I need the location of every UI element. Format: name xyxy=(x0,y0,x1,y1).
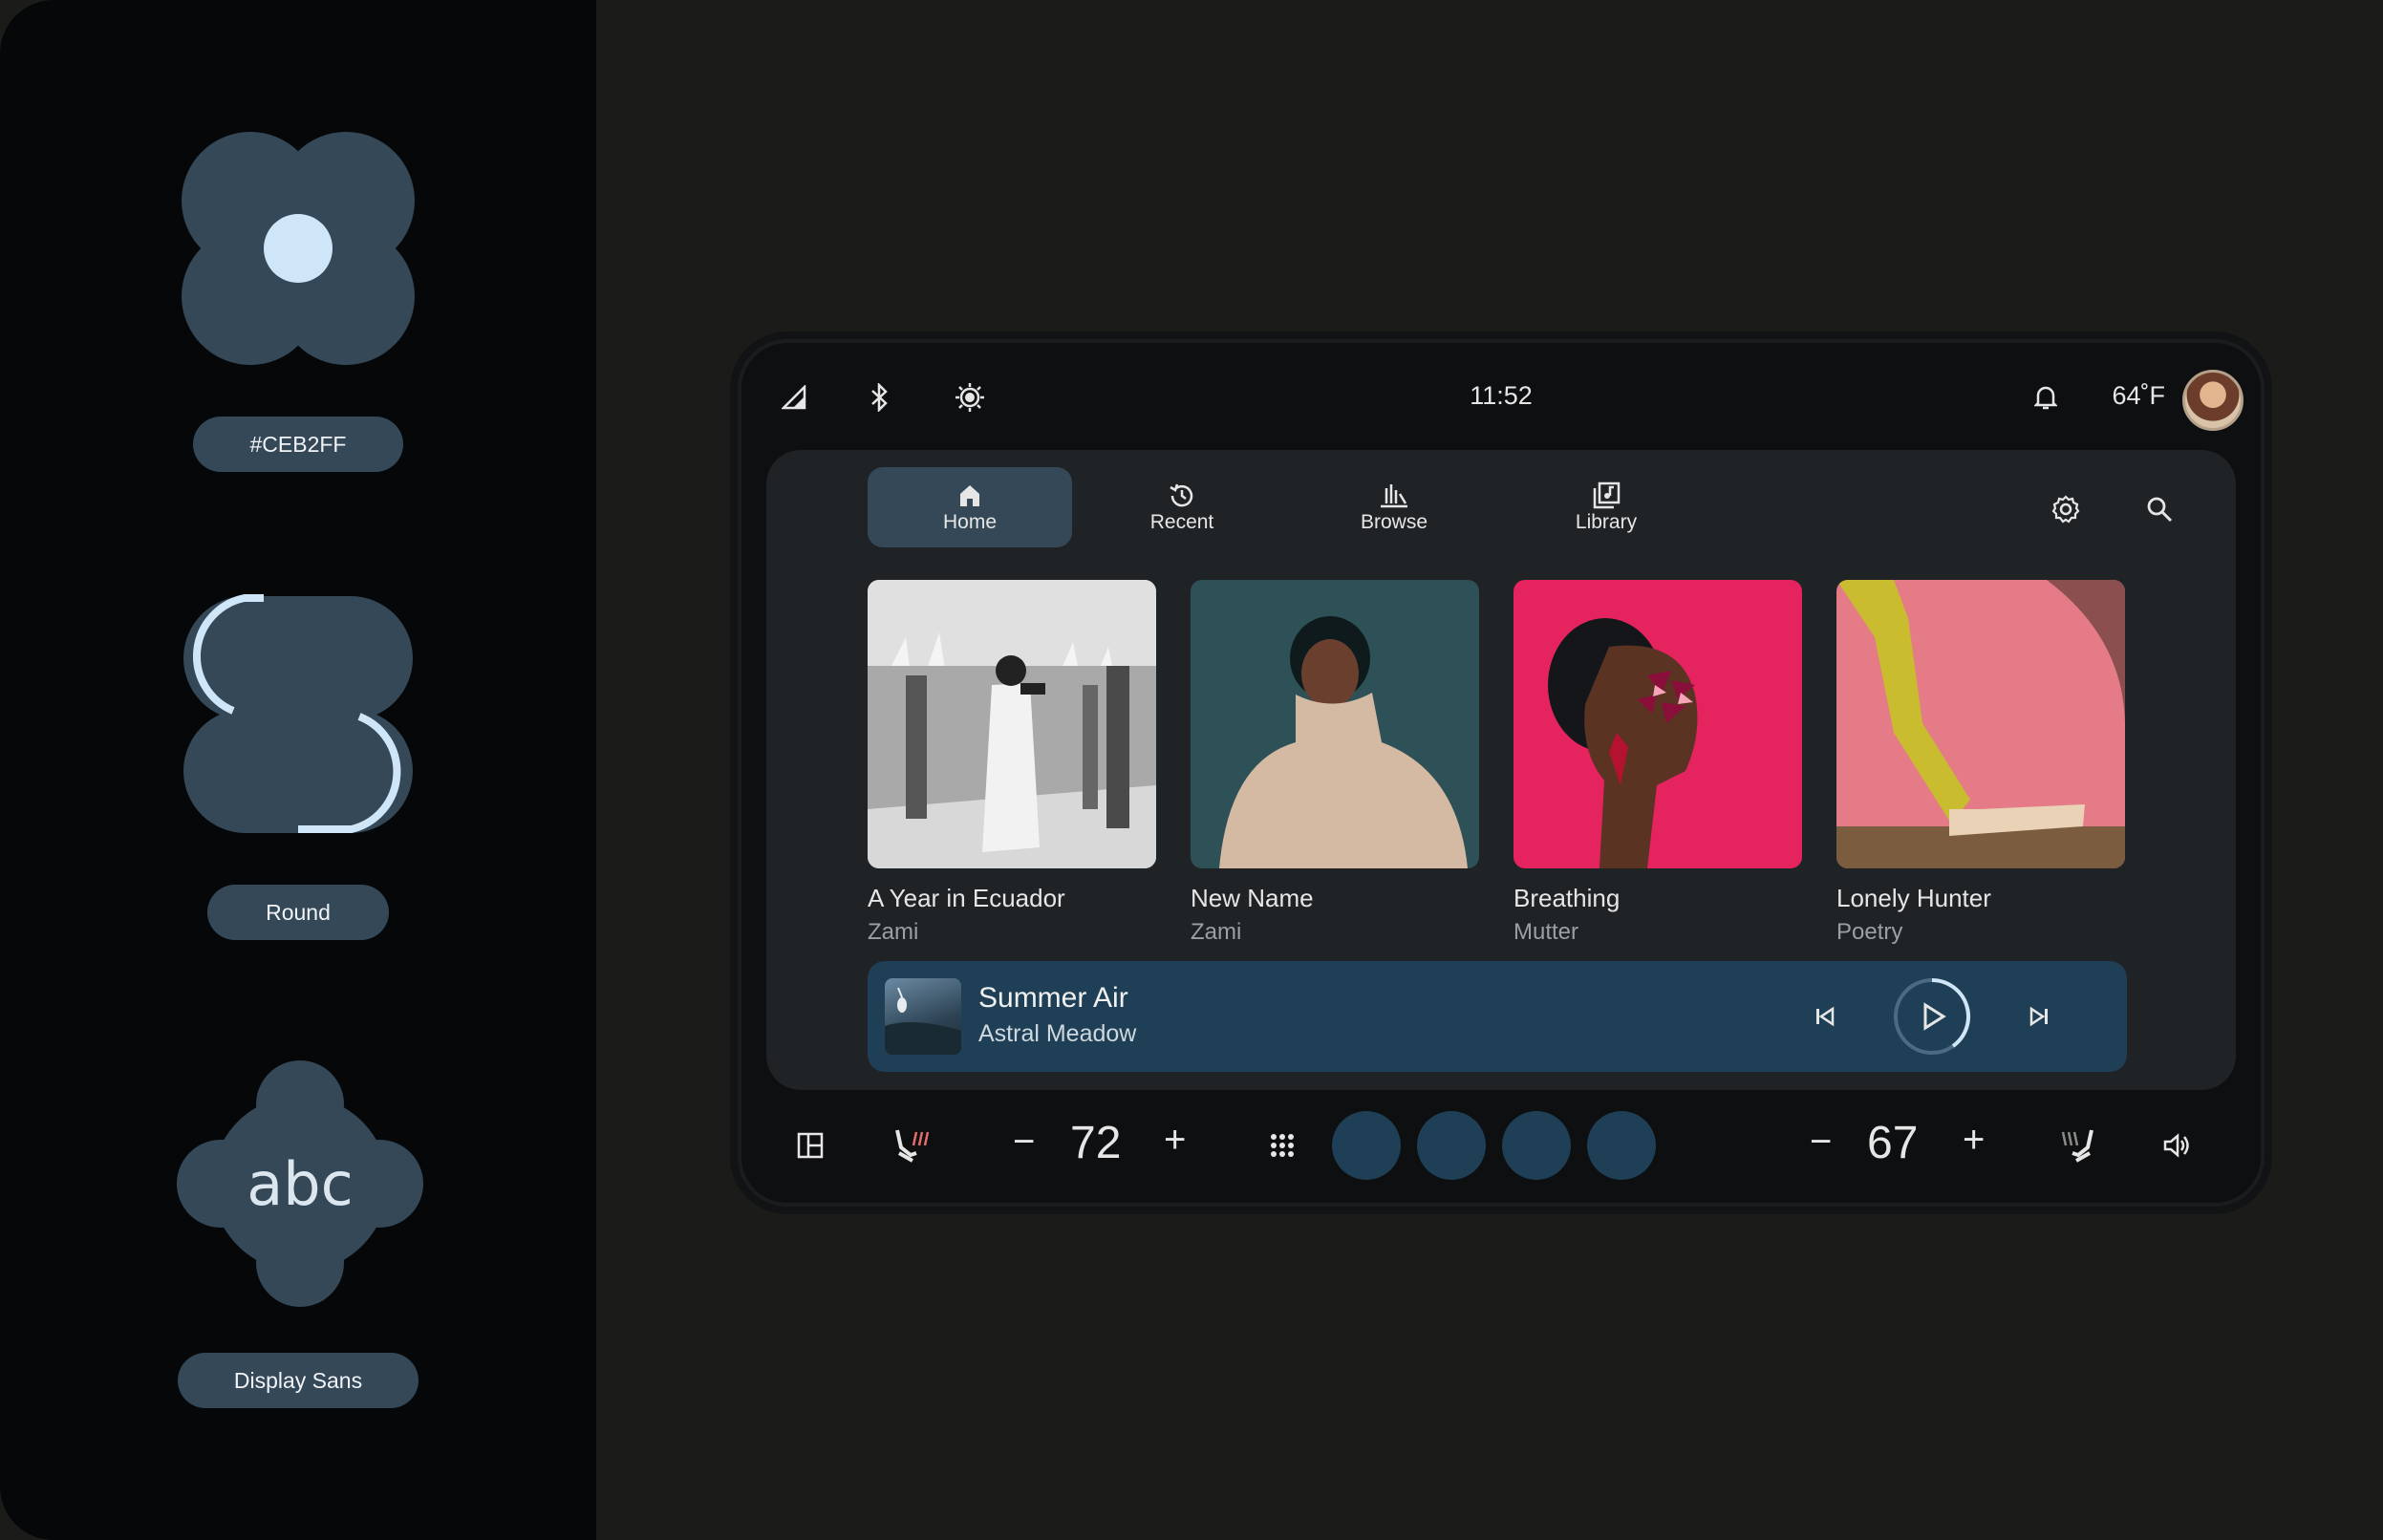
play-button[interactable] xyxy=(1892,976,1972,1057)
canvas: #CEB2FF Round abc Display Sans 11:52 64˚… xyxy=(0,0,2383,1540)
tab-home[interactable]: Home xyxy=(868,467,1072,547)
album-artist: Zami xyxy=(1191,919,1242,945)
seat-heat-left-icon[interactable] xyxy=(891,1098,933,1193)
album-title: A Year in Ecuador xyxy=(868,884,1065,912)
shortcut-slot[interactable] xyxy=(1332,1111,1401,1180)
font-pill: Display Sans xyxy=(178,1353,419,1408)
settings-icon[interactable] xyxy=(2049,492,2083,526)
left-temp-decrease[interactable]: − xyxy=(1013,1121,1035,1164)
tab-browse[interactable]: Browse xyxy=(1292,467,1496,547)
browse-icon xyxy=(1379,481,1409,511)
round-shape xyxy=(183,594,413,833)
album-title: New Name xyxy=(1191,884,1314,912)
tab-label: Library xyxy=(1575,511,1638,533)
home-icon xyxy=(956,481,983,511)
album-art xyxy=(868,580,1156,868)
now-playing-artist: Astral Meadow xyxy=(978,1020,1137,1047)
album-art xyxy=(1191,580,1479,868)
avatar[interactable] xyxy=(2182,370,2243,431)
flower-color-shape xyxy=(182,132,415,365)
skip-previous-icon[interactable] xyxy=(1808,999,1842,1034)
search-icon[interactable] xyxy=(2142,492,2177,526)
album-artist: Mutter xyxy=(1514,919,1579,945)
outside-temperature: 64˚F xyxy=(2112,381,2165,410)
bell-icon[interactable] xyxy=(2031,381,2060,414)
album-title: Breathing xyxy=(1514,884,1621,912)
shortcut-slot[interactable] xyxy=(1502,1111,1571,1180)
album-card[interactable]: New Name Zami xyxy=(1191,580,1479,946)
volume-icon[interactable] xyxy=(2159,1098,2194,1193)
now-playing-title: Summer Air xyxy=(978,982,1128,1014)
library-icon xyxy=(1592,481,1621,511)
seed-color-pill: #CEB2FF xyxy=(193,417,403,472)
album-art xyxy=(1514,580,1802,868)
status-bar: 11:52 64˚F xyxy=(741,343,2261,448)
right-temp-value: 67 xyxy=(1867,1118,1919,1168)
shortcut-slot[interactable] xyxy=(1587,1111,1656,1180)
album-art xyxy=(1836,580,2125,868)
tab-label: Home xyxy=(942,511,998,533)
theme-panel: #CEB2FF Round abc Display Sans xyxy=(0,0,596,1540)
font-sample-text: abc xyxy=(247,1148,354,1219)
album-artist: Zami xyxy=(868,919,919,945)
now-playing-art xyxy=(885,978,961,1055)
seat-heat-right-icon[interactable] xyxy=(2056,1098,2098,1193)
album-card[interactable]: A Year in Ecuador Zami xyxy=(868,580,1156,946)
now-playing-bar[interactable]: Summer Air Astral Meadow xyxy=(868,961,2127,1072)
album-card[interactable]: Breathing Mutter xyxy=(1514,580,1802,946)
tab-recent[interactable]: Recent xyxy=(1080,467,1284,547)
left-temp-value: 72 xyxy=(1070,1118,1122,1168)
tab-library[interactable]: Library xyxy=(1504,467,1708,547)
layout-icon[interactable] xyxy=(793,1098,827,1193)
climate-bar: − 72 + − 67 + xyxy=(741,1098,2261,1193)
album-card[interactable]: Lonely Hunter Poetry xyxy=(1836,580,2125,946)
car-display: 11:52 64˚F Home Recent Browse Library A … xyxy=(738,339,2265,1207)
right-temp-increase[interactable]: + xyxy=(1963,1119,1985,1162)
right-temp-decrease[interactable]: − xyxy=(1810,1121,1832,1164)
apps-grid-icon[interactable] xyxy=(1265,1098,1299,1193)
shape-pill: Round xyxy=(207,885,389,940)
shortcut-slot[interactable] xyxy=(1417,1111,1486,1180)
album-title: Lonely Hunter xyxy=(1836,884,1991,912)
tab-label: Browse xyxy=(1360,511,1428,533)
history-icon xyxy=(1168,481,1196,511)
left-temp-increase[interactable]: + xyxy=(1164,1119,1186,1162)
media-app: Home Recent Browse Library A Year in Ecu… xyxy=(766,450,2236,1090)
tab-label: Recent xyxy=(1149,511,1214,533)
skip-next-icon[interactable] xyxy=(2022,999,2056,1034)
album-artist: Poetry xyxy=(1836,919,1903,945)
